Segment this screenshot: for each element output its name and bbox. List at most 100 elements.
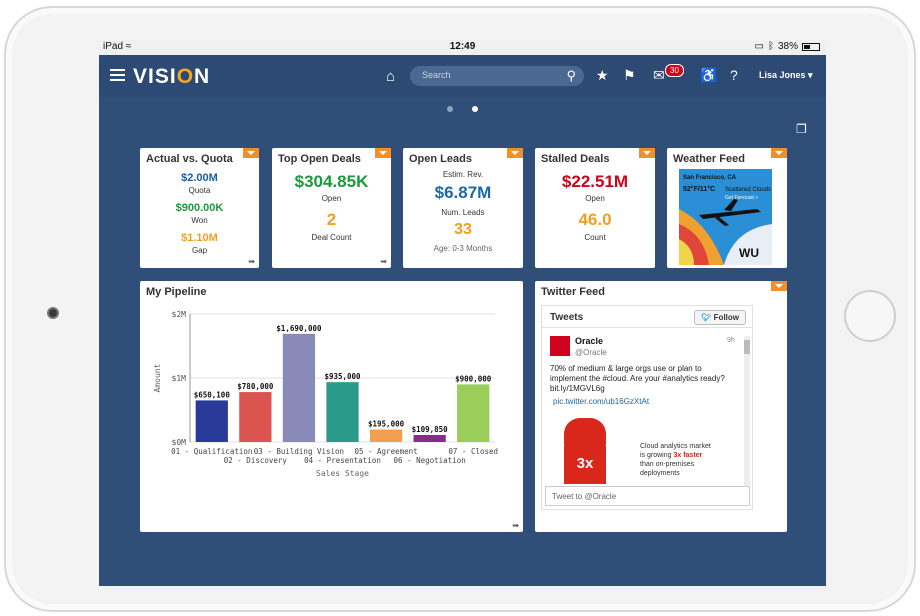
estim-rev-value: $6.87M (434, 183, 492, 202)
x-axis-label: Sales Stage (316, 469, 369, 478)
card-menu-tab[interactable] (375, 148, 391, 158)
deal-count-value: 2 (326, 210, 337, 229)
notifications-icon[interactable]: ✉ (653, 67, 665, 84)
card-menu-tab[interactable] (243, 148, 259, 158)
card-menu-tab[interactable] (771, 281, 787, 291)
card-menu-tab[interactable] (771, 148, 787, 158)
x-tick-label: 01 - Qualification (171, 447, 252, 456)
x-tick-label: 02 - Discovery (224, 456, 288, 465)
tweet-time: 9h (727, 337, 735, 344)
card-title: Twitter Feed (541, 286, 605, 298)
bar-value-label: $935,000 (324, 372, 361, 381)
bar-value-label: $195,000 (368, 420, 405, 429)
search-icon[interactable]: ⚲ (566, 68, 576, 84)
tweets-scrollbar[interactable] (744, 336, 750, 486)
page-dot-active[interactable] (472, 106, 478, 112)
status-bar: iPad ≈ 12:49 ▭ ᛒ 38% (99, 40, 826, 55)
account-handle[interactable]: @Oracle (575, 348, 607, 357)
status-right: ▭ ᛒ 38% (755, 41, 820, 52)
x-tick-label: 04 - Presentation (304, 456, 381, 465)
tweet-link[interactable]: pic.twitter.com/ub16GzXtAt (553, 397, 649, 406)
wunderground-logo: WU (739, 246, 759, 260)
y-axis-label: Amount (153, 363, 162, 392)
card-title: Stalled Deals (541, 153, 610, 165)
search-input[interactable]: Search ⚲ (410, 66, 584, 86)
drill-arrow-icon[interactable]: ➡ (248, 257, 255, 266)
home-hardware-button[interactable] (844, 290, 896, 342)
bar-value-label: $900,000 (455, 374, 492, 383)
weather-condition: Scattered Clouds (725, 187, 771, 193)
bar (369, 429, 403, 442)
screen-mirror-icon: ▭ (754, 41, 764, 52)
card-menu-tab[interactable] (639, 148, 655, 158)
num-leads-value: 33 (454, 221, 472, 238)
stalled-count-label: Count (584, 233, 606, 242)
x-tick-label: 03 - Building Vision (254, 447, 344, 456)
tweets-label: Tweets (550, 312, 584, 323)
card-my-pipeline: My Pipeline ➡ $0M $1M $2M Amount $650,100 01 … (140, 281, 523, 532)
x-tick-label: 05 - Agreement (354, 447, 417, 456)
ipad-screen: iPad ≈ 12:49 ▭ ᛒ 38% VISION ⌂ Search ⚲ ★… (99, 40, 826, 586)
open-value: $304.85K (294, 172, 369, 191)
card-title: Top Open Deals (278, 153, 361, 165)
card-actual-vs-quota: Actual vs. Quota $2.00M Quota $900.00K W… (140, 148, 259, 268)
help-icon[interactable]: ? (730, 67, 738, 83)
deal-count-label: Deal Count (311, 233, 352, 242)
tweet-compose-input[interactable]: Tweet to @Oracle (545, 486, 750, 506)
tweet-image[interactable]: 3x Cloud analytics market is growing 3x … (550, 412, 736, 484)
card-menu-tab[interactable] (507, 148, 523, 158)
flag-icon[interactable]: ⚑ (623, 67, 636, 84)
stalled-open-label: Open (585, 194, 605, 203)
bar (457, 384, 490, 442)
image-caption: Cloud analytics market is growing 3x fas… (640, 443, 711, 477)
won-value: $900.00K (175, 202, 224, 214)
growth-badge: 3x (564, 446, 606, 484)
oracle-avatar[interactable] (550, 336, 570, 356)
bar (195, 400, 228, 442)
app-header: VISION ⌂ Search ⚲ ★ ⚑ ✉ 30 ♿ ? Lisa Jone… (99, 55, 826, 97)
user-menu[interactable]: Lisa Jones ▾ (759, 70, 813, 81)
y-tick-label: $1M (172, 374, 187, 383)
layout-icon[interactable]: ❐ (796, 122, 807, 136)
page-indicator (447, 106, 478, 112)
drill-arrow-icon[interactable]: ➡ (380, 257, 387, 266)
bluetooth-icon: ᛒ (767, 41, 774, 52)
card-title: Actual vs. Quota (146, 153, 233, 165)
age-label: Age: 0-3 Months (433, 244, 493, 253)
bar-value-label: $650,100 (194, 390, 231, 399)
card-twitter-feed: Twitter Feed Tweets 🐦︎ Follow Oracle @Or… (535, 281, 787, 532)
twitter-bird-icon: 🐦︎ (701, 313, 712, 322)
quota-value: $2.00M (181, 172, 218, 184)
cloud-icon (564, 418, 606, 448)
home-icon[interactable]: ⌂ (386, 68, 395, 85)
stalled-open-value: $22.51M (561, 172, 629, 191)
notification-count-badge[interactable]: 30 (665, 64, 684, 77)
weather-forecast-link[interactable]: Get Forecast » (725, 195, 758, 201)
card-title: Weather Feed (673, 153, 745, 165)
bar-value-label: $780,000 (237, 382, 274, 391)
card-title: Open Leads (409, 153, 472, 165)
stalled-count-value: 46.0 (578, 210, 612, 229)
weather-temp: 52°F/11°C (683, 185, 715, 193)
open-label: Open (321, 194, 342, 203)
camera (47, 307, 59, 319)
twitter-widget: Tweets 🐦︎ Follow Oracle @Oracle 9h 70% o… (541, 305, 753, 510)
account-name[interactable]: Oracle (575, 336, 603, 346)
star-icon[interactable]: ★ (596, 67, 609, 84)
bar-value-label: $109,850 (412, 425, 449, 434)
page-dot[interactable] (447, 106, 453, 112)
menu-icon[interactable] (110, 69, 125, 81)
tweets-header: Tweets 🐦︎ Follow (542, 306, 752, 328)
pipeline-bar-chart: $0M $1M $2M Amount $650,100 01 - Qualificatio… (153, 310, 498, 478)
y-tick-label: $2M (172, 310, 187, 319)
accessibility-icon[interactable]: ♿ (700, 67, 717, 84)
card-stalled-deals: Stalled Deals $22.51M Open 46.0 Count (535, 148, 655, 268)
bar (239, 392, 272, 442)
gap-value: $1.10M (181, 232, 218, 244)
weather-graphic[interactable]: San Francisco, CA 52°F/11°C Scattered Cl… (679, 169, 772, 265)
weather-city: San Francisco, CA (683, 175, 737, 181)
estim-rev-label: Estim. Rev. (442, 170, 484, 179)
follow-button[interactable]: 🐦︎ Follow (694, 310, 746, 325)
battery-icon (802, 42, 820, 51)
card-open-leads: Open Leads Estim. Rev. $6.87M Num. Leads… (403, 148, 523, 268)
